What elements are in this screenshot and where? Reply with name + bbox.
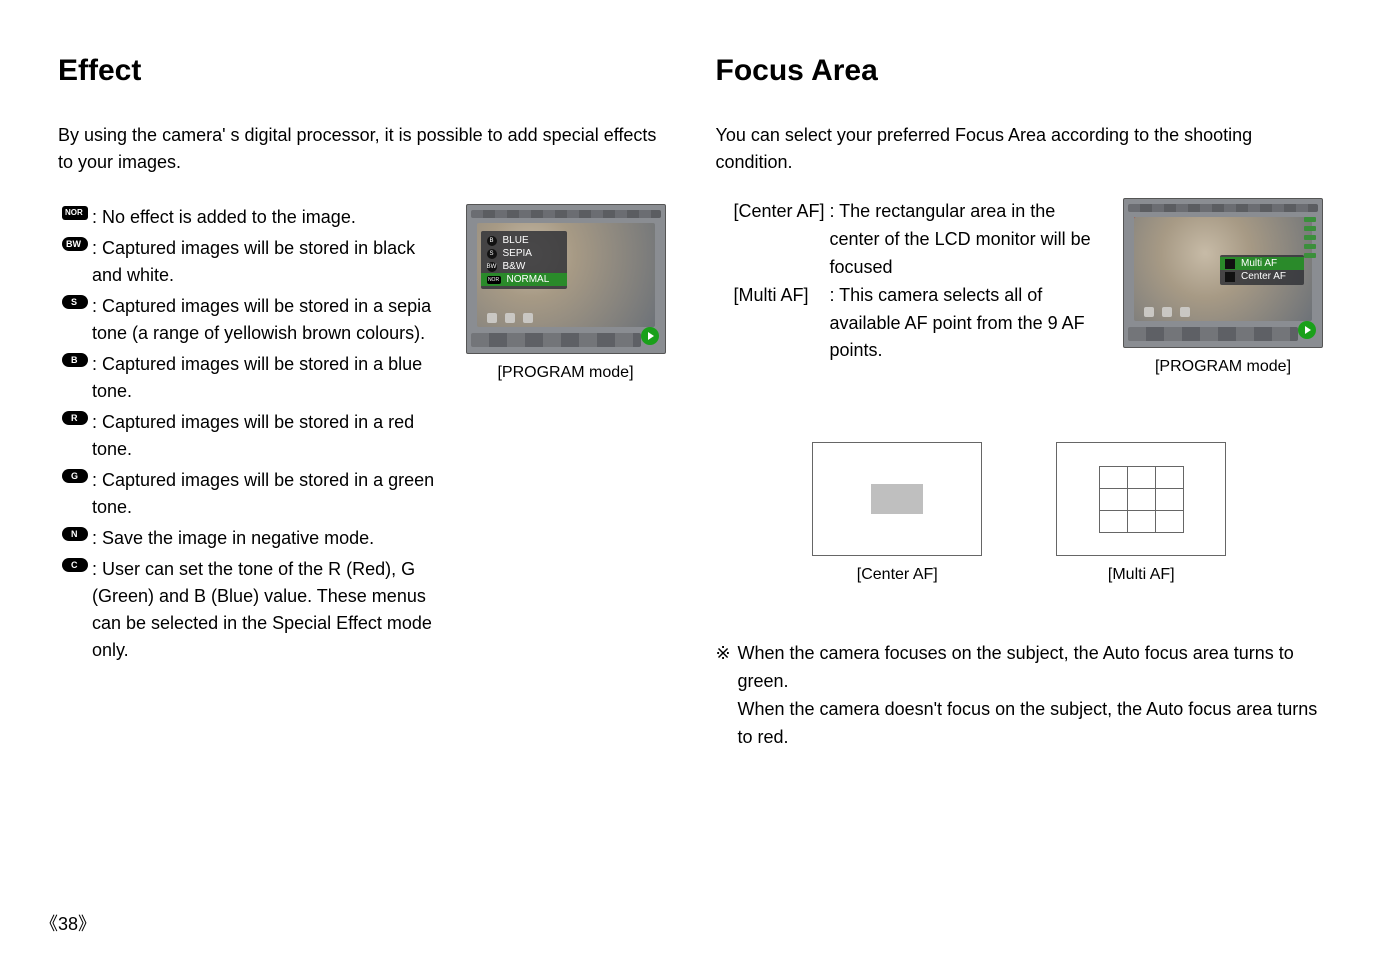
- center-af-demo: [Center AF]: [812, 442, 982, 584]
- nor-icon: NOR: [58, 204, 92, 220]
- multi-af-frame: [1056, 442, 1226, 556]
- list-text: : No effect is added to the image.: [92, 204, 448, 231]
- focus-defs: [Center AF] : The rectangular area in th…: [716, 198, 1106, 365]
- multi-af-grid-icon: [1099, 466, 1183, 532]
- effect-heading: Effect: [58, 54, 666, 88]
- note-line-1: When the camera focuses on the subject, …: [738, 640, 1324, 696]
- def-row: [Multi AF] : This camera selects all of …: [734, 282, 1106, 366]
- focus-heading: Focus Area: [716, 54, 1324, 88]
- menu-item-blue: BBLUE: [481, 234, 567, 247]
- sepia-icon: S: [58, 293, 92, 309]
- green-icon: G: [58, 467, 92, 483]
- menu-item-bw: BWB&W: [481, 260, 567, 273]
- multi-af-demo: [Multi AF]: [1056, 442, 1226, 584]
- focus-intro: You can select your preferred Focus Area…: [716, 122, 1324, 176]
- blue-icon: B: [58, 351, 92, 367]
- center-af-label: [Center AF]: [857, 566, 938, 584]
- list-item: S : Captured images will be stored in a …: [58, 293, 448, 347]
- effect-caption: [PROGRAM mode]: [497, 364, 633, 382]
- effect-menu: BBLUE SSEPIA BWB&W NORNORMAL: [481, 231, 567, 289]
- menu-item-multi: Multi AF: [1220, 257, 1304, 270]
- red-icon: R: [58, 409, 92, 425]
- list-text: : User can set the tone of the R (Red), …: [92, 556, 448, 664]
- focus-body: [Center AF] : The rectangular area in th…: [716, 198, 1324, 376]
- list-text: : Captured images will be stored in a bl…: [92, 351, 448, 405]
- effect-body: NOR : No effect is added to the image. B…: [58, 204, 666, 668]
- note-symbol: ※: [716, 640, 738, 696]
- def-term: [Multi AF]: [734, 282, 830, 366]
- focus-menu: Multi AF Center AF: [1220, 255, 1304, 285]
- effect-screenshot: BBLUE SSEPIA BWB&W NORNORMAL: [466, 204, 666, 354]
- top-strip: [1128, 204, 1318, 212]
- top-strip: [471, 210, 661, 218]
- icons-row: [487, 313, 533, 323]
- icons-row: [1144, 307, 1190, 317]
- columns: Effect By using the camera' s digital pr…: [58, 54, 1323, 910]
- list-item: R : Captured images will be stored in a …: [58, 409, 448, 463]
- custom-icon: C: [58, 556, 92, 572]
- note-symbol-spacer: [716, 696, 738, 752]
- right-marks: [1304, 217, 1316, 258]
- focus-screenshot: Multi AF Center AF: [1123, 198, 1323, 348]
- list-text: : Captured images will be stored in blac…: [92, 235, 448, 289]
- page: Effect By using the camera' s digital pr…: [0, 0, 1381, 954]
- center-af-area-icon: [871, 484, 923, 514]
- focus-screenshot-wrap: Multi AF Center AF [PROGRAM mode]: [1123, 198, 1323, 376]
- page-number: 《38》: [40, 910, 1323, 936]
- left-column: Effect By using the camera' s digital pr…: [58, 54, 666, 910]
- bottom-strip: [1128, 327, 1298, 341]
- effect-intro: By using the camera' s digital processor…: [58, 122, 666, 176]
- list-item: BW : Captured images will be stored in b…: [58, 235, 448, 289]
- menu-item-normal: NORNORMAL: [481, 273, 567, 286]
- play-icon: [1298, 321, 1316, 339]
- list-item: B : Captured images will be stored in a …: [58, 351, 448, 405]
- bw-icon: BW: [58, 235, 92, 251]
- list-item: N : Save the image in negative mode.: [58, 525, 448, 552]
- list-item: NOR : No effect is added to the image.: [58, 204, 448, 231]
- focus-caption: [PROGRAM mode]: [1155, 358, 1291, 376]
- multi-af-label: [Multi AF]: [1108, 566, 1175, 584]
- list-text: : Captured images will be stored in a se…: [92, 293, 448, 347]
- right-column: Focus Area You can select your preferred…: [716, 54, 1324, 910]
- focus-note: ※ When the camera focuses on the subject…: [716, 640, 1324, 752]
- def-term: [Center AF]: [734, 198, 830, 282]
- list-text: : Captured images will be stored in a gr…: [92, 467, 448, 521]
- note-row: When the camera doesn't focus on the sub…: [716, 696, 1324, 752]
- bottom-strip: [471, 333, 641, 347]
- note-row: ※ When the camera focuses on the subject…: [716, 640, 1324, 696]
- def-row: [Center AF] : The rectangular area in th…: [734, 198, 1106, 282]
- effect-list: NOR : No effect is added to the image. B…: [58, 204, 448, 668]
- effect-screenshot-wrap: BBLUE SSEPIA BWB&W NORNORMAL [PROGRAM mo…: [466, 204, 666, 382]
- negative-icon: N: [58, 525, 92, 541]
- play-icon: [641, 327, 659, 345]
- list-item: G : Captured images will be stored in a …: [58, 467, 448, 521]
- af-demo-row: [Center AF] [Multi AF]: [716, 442, 1324, 584]
- menu-item-center: Center AF: [1220, 270, 1304, 283]
- def-val: : The rectangular area in the center of …: [830, 198, 1106, 282]
- menu-item-sepia: SSEPIA: [481, 247, 567, 260]
- list-text: : Save the image in negative mode.: [92, 525, 448, 552]
- list-item: C : User can set the tone of the R (Red)…: [58, 556, 448, 664]
- list-text: : Captured images will be stored in a re…: [92, 409, 448, 463]
- def-val: : This camera selects all of available A…: [830, 282, 1106, 366]
- note-line-2: When the camera doesn't focus on the sub…: [738, 696, 1324, 752]
- center-af-frame: [812, 442, 982, 556]
